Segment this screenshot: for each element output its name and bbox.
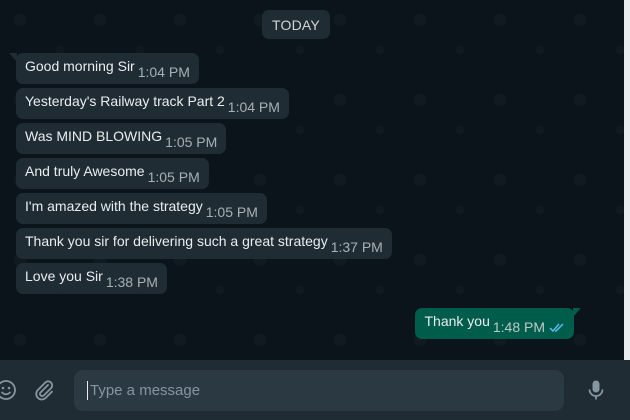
message-text: I'm amazed with the strategy (25, 197, 203, 214)
message-bubble[interactable]: I'm amazed with the strategy 1:05 PM (16, 193, 267, 224)
message-text: Yesterday's Railway track Part 2 (25, 92, 225, 109)
message-bubble-outgoing[interactable]: Thank you 1:48 PM (415, 308, 581, 339)
message-bubble[interactable]: Thank you sir for delivering such a grea… (16, 228, 392, 259)
message-bubble[interactable]: Was MIND BLOWING 1:05 PM (16, 123, 227, 154)
message-time: 1:05 PM (165, 133, 218, 150)
emoji-icon[interactable] (0, 378, 18, 402)
double-check-icon (549, 320, 565, 336)
microphone-icon[interactable] (584, 378, 608, 402)
bubble-tail (9, 53, 17, 62)
date-divider: TODAY (262, 10, 330, 39)
message-time: 1:37 PM (330, 238, 383, 255)
message-text: Thank you (424, 312, 490, 329)
composer-bar: Type a message (0, 360, 630, 420)
message-text: Thank you sir for delivering such a grea… (25, 232, 328, 249)
message-time: 1:38 PM (105, 273, 158, 290)
message-time: 1:04 PM (227, 98, 280, 115)
message-time: 1:05 PM (147, 168, 200, 185)
message-bubble[interactable]: And truly Awesome 1:05 PM (16, 158, 209, 189)
message-input[interactable]: Type a message (74, 370, 564, 411)
message-time: 1:05 PM (205, 203, 258, 220)
message-text: Was MIND BLOWING (25, 127, 163, 144)
message-bubble[interactable]: Good morning Sir 1:04 PM (9, 53, 199, 84)
chat-area: TODAY Good morning Sir 1:04 PM Yesterday… (0, 0, 630, 360)
text-caret (87, 381, 88, 400)
scrollbar[interactable] (624, 0, 630, 360)
bubble-tail (573, 308, 581, 317)
message-time: 1:04 PM (137, 63, 190, 80)
message-text: Good morning Sir (25, 57, 135, 74)
message-bubble[interactable]: Love you Sir 1:38 PM (16, 263, 167, 294)
input-placeholder: Type a message (90, 382, 201, 399)
message-text: And truly Awesome (25, 162, 145, 179)
paperclip-icon[interactable] (32, 378, 56, 402)
message-bubble[interactable]: Yesterday's Railway track Part 2 1:04 PM (16, 88, 289, 119)
message-text: Love you Sir (25, 267, 103, 284)
message-time: 1:48 PM (492, 318, 545, 335)
